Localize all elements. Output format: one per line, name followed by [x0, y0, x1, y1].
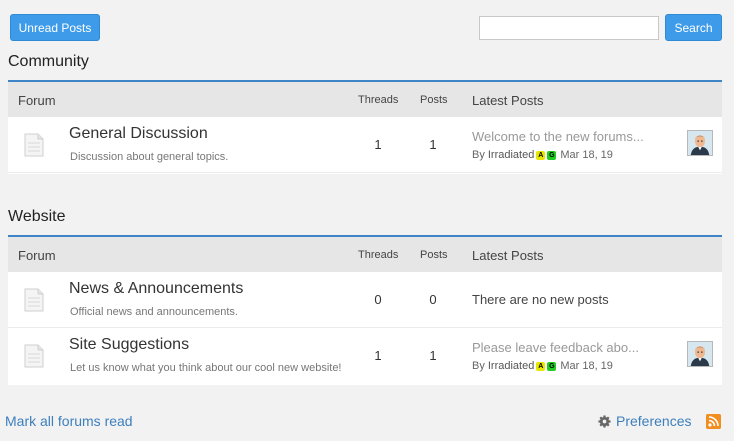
rss-icon[interactable] — [706, 414, 721, 429]
user-link[interactable]: Irradiated — [488, 360, 534, 372]
search-button[interactable]: Search — [665, 14, 722, 41]
post-date: Mar 18, 19 — [560, 360, 613, 372]
document-icon — [24, 344, 44, 368]
column-posts: Posts — [420, 249, 448, 261]
forum-title-link[interactable]: Site Suggestions — [69, 336, 189, 354]
forum-title-link[interactable]: General Discussion — [69, 125, 208, 143]
by-label: By — [472, 149, 485, 161]
gear-icon[interactable] — [598, 415, 611, 428]
table-header: Forum Threads Posts Latest Posts — [8, 80, 722, 117]
forum-description: Let us know what you think about our coo… — [70, 362, 342, 374]
mark-all-read-link[interactable]: Mark all forums read — [5, 413, 133, 429]
no-posts-label: There are no new posts — [472, 292, 609, 307]
group-badge: G — [547, 361, 557, 371]
admin-badge: A — [536, 150, 546, 160]
forum-row: Site Suggestions Let us know what you th… — [8, 328, 722, 384]
column-posts: Posts — [420, 94, 448, 106]
latest-post-meta: By Irradiated A G Mar 18, 19 — [472, 149, 613, 161]
column-latest-posts: Latest Posts — [472, 93, 544, 108]
column-threads: Threads — [358, 249, 399, 261]
forum-row: General Discussion Discussion about gene… — [8, 117, 722, 173]
by-label: By — [472, 360, 485, 372]
latest-post-link[interactable]: Welcome to the new forums... — [472, 129, 644, 144]
forum-row: News & Announcements Official news and a… — [8, 272, 722, 328]
document-icon — [24, 288, 44, 312]
forum-title-link[interactable]: News & Announcements — [69, 280, 243, 298]
post-count: 0 — [429, 292, 437, 307]
column-forum: Forum — [18, 93, 56, 108]
thread-count: 0 — [374, 292, 382, 307]
user-link[interactable]: Irradiated — [488, 149, 534, 161]
post-date: Mar 18, 19 — [560, 149, 613, 161]
forum-description: Official news and announcements. — [70, 306, 238, 318]
table-header: Forum Threads Posts Latest Posts — [8, 235, 722, 272]
avatar[interactable] — [687, 130, 713, 156]
avatar[interactable] — [687, 341, 713, 367]
admin-badge: A — [536, 361, 546, 371]
column-threads: Threads — [358, 94, 399, 106]
column-forum: Forum — [18, 248, 56, 263]
post-count: 1 — [429, 137, 437, 152]
unread-posts-button[interactable]: Unread Posts — [10, 14, 100, 41]
latest-post-link[interactable]: Please leave feedback abo... — [472, 340, 639, 355]
search-input[interactable] — [479, 16, 659, 40]
forum-table-website: Forum Threads Posts Latest Posts News & … — [8, 235, 722, 385]
section-title-website: Website — [8, 208, 66, 225]
thread-count: 1 — [374, 348, 382, 363]
section-title-community: Community — [8, 53, 89, 70]
latest-post-meta: By Irradiated A G Mar 18, 19 — [472, 360, 613, 372]
document-icon — [24, 133, 44, 157]
column-latest-posts: Latest Posts — [472, 248, 544, 263]
group-badge: G — [547, 150, 557, 160]
post-count: 1 — [429, 348, 437, 363]
forum-table-community: Forum Threads Posts Latest Posts General… — [8, 80, 722, 174]
preferences-link[interactable]: Preferences — [616, 413, 691, 429]
thread-count: 1 — [374, 137, 382, 152]
forum-description: Discussion about general topics. — [70, 151, 229, 163]
